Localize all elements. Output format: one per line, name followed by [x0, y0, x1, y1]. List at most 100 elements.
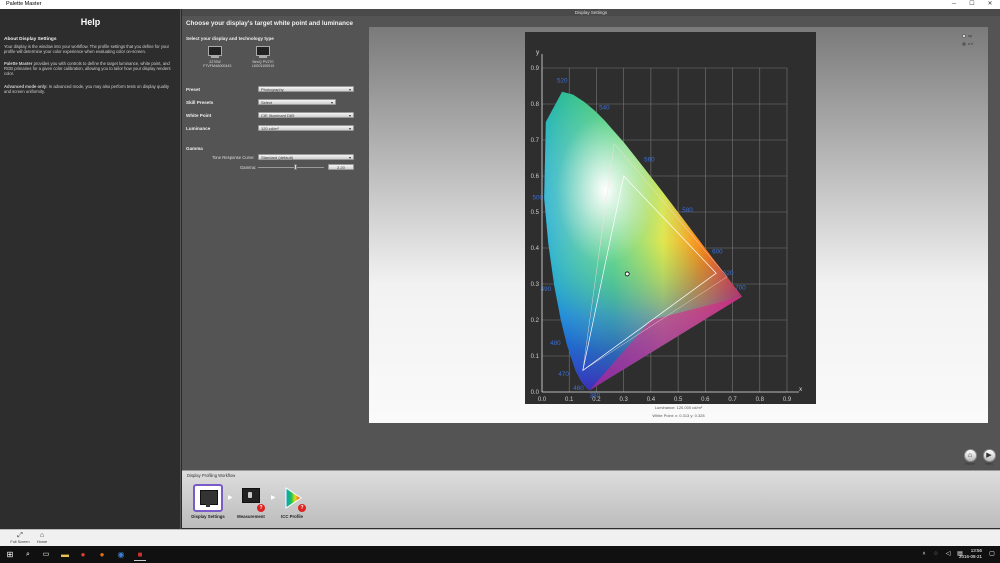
skill-presets-label: Skill Presets: [186, 100, 214, 105]
wavelength-label: 580: [682, 207, 693, 214]
notifications-icon[interactable]: ▢: [986, 549, 998, 560]
trc-label: Tone Response Curve:: [212, 155, 255, 160]
help-paragraph-3: Advanced mode only: In advanced mode, yo…: [4, 84, 174, 94]
step-label: Display Settings: [191, 514, 225, 519]
wavelength-label: 560: [644, 157, 655, 164]
icc-profile-icon: ?: [277, 484, 307, 512]
chevron-down-icon: ▾: [348, 155, 351, 160]
gamma-sub-label: Gamma:: [240, 165, 257, 170]
play-icon: ▶: [982, 449, 996, 462]
display-option-1[interactable]: 2270W FTVFM4A000443: [203, 46, 232, 68]
y-tick-label: 0.5: [531, 210, 540, 216]
window-titlebar: Palette Master ─ ☐ ✕: [0, 0, 1000, 9]
skill-presets-dropdown[interactable]: Select ▾: [258, 99, 336, 105]
y-tick-label: 0.2: [531, 318, 540, 324]
y-tick-label: 0.6: [531, 174, 540, 180]
gamma-label: Gamma: [186, 146, 203, 151]
taskbar-clock[interactable]: 13:56 2016-08-21: [959, 548, 982, 560]
fullscreen-button[interactable]: ⤢ Full Screen: [10, 532, 30, 544]
wavelength-label: 460: [573, 385, 584, 392]
maximize-button[interactable]: ☐: [964, 0, 980, 9]
app-icon[interactable]: ◉: [115, 549, 127, 560]
step-icc-profile[interactable]: ? ICC Profile: [272, 484, 312, 519]
preset-label: Preset: [186, 87, 201, 92]
window-title: Palette Master: [6, 1, 42, 7]
x-axis-label: x: [799, 386, 803, 393]
help-title: Help: [80, 17, 101, 27]
radio-uv[interactable]: u'v': [962, 41, 974, 46]
wavelength-label: 520: [557, 77, 568, 84]
x-tick-label: 0.8: [756, 397, 765, 403]
y-axis-label: y: [536, 49, 540, 56]
white-point-dropdown[interactable]: CIE Illuminant D65 ▾: [258, 112, 354, 118]
chevron-down-icon: ▾: [348, 126, 351, 131]
tray-chevron-up-icon[interactable]: ˄: [918, 549, 930, 560]
help-section-title: About Display Settings: [4, 37, 57, 42]
step-display-settings[interactable]: Display Settings: [188, 484, 228, 519]
white-point-label: White Point: [186, 113, 212, 118]
workflow-title: Display Profiling Workflow: [187, 473, 236, 478]
wavelength-label: 620: [723, 270, 734, 277]
file-explorer-icon[interactable]: ▬: [59, 549, 71, 560]
task-view-icon[interactable]: ▭: [40, 549, 52, 560]
spectral-locus: [544, 91, 743, 391]
palette-master-taskbar-icon[interactable]: ■: [134, 549, 146, 561]
cie-chromaticity-chart: 380460470480490500520540560580600620700 …: [531, 49, 803, 403]
radio-dot: [962, 33, 966, 38]
firefox-icon[interactable]: ●: [96, 549, 108, 560]
x-tick-label: 0.0: [538, 397, 547, 403]
home-nav-button[interactable]: ⌂ Home: [962, 449, 978, 466]
display-serial: FTVFM4A000443: [203, 64, 232, 68]
help-badge-icon: ?: [257, 504, 265, 512]
x-tick-label: 0.5: [674, 397, 683, 403]
white-point-value: CIE Illuminant D65: [261, 113, 295, 118]
y-tick-label: 0.8: [531, 102, 540, 108]
display-select-label: Select your display and technology type: [186, 36, 274, 41]
measurement-icon: ?: [236, 484, 266, 512]
display-option-2[interactable]: BenQ PV270 L6G01100010: [251, 46, 275, 68]
settings-header: Display Settings: [182, 9, 1000, 16]
white-point-marker: [624, 271, 630, 277]
x-tick-label: 0.7: [728, 397, 737, 403]
x-tick-label: 0.1: [565, 397, 574, 403]
step-label: ICC Profile: [281, 514, 303, 519]
search-icon[interactable]: ⌕: [22, 549, 34, 560]
wavelength-label: 600: [712, 248, 723, 255]
luminance-dropdown[interactable]: 120 cd/m² ▾: [258, 125, 354, 131]
preset-dropdown[interactable]: Photography ▾: [258, 86, 354, 92]
home-button[interactable]: ⌂ Home: [32, 532, 52, 544]
close-button[interactable]: ✕: [982, 0, 998, 9]
windows-start-icon[interactable]: ⊞: [4, 549, 16, 560]
y-tick-label: 0.3: [531, 282, 540, 288]
y-tick-label: 0.7: [531, 138, 540, 144]
step-measurement[interactable]: ? Measurement: [231, 484, 271, 519]
chrome-icon[interactable]: ●: [77, 549, 89, 560]
clock-date: 2016-08-21: [958, 554, 982, 559]
network-icon[interactable]: ◌: [930, 549, 942, 560]
monitor-icon: [208, 46, 222, 56]
radio-xy[interactable]: xy: [962, 33, 972, 38]
gamma-slider-handle[interactable]: [294, 164, 297, 170]
white-point-readout: White Point: x: 0.313 y: 0.328: [652, 413, 705, 418]
minimize-button[interactable]: ─: [946, 0, 962, 9]
display-settings-icon: [193, 484, 223, 512]
next-nav-button[interactable]: ▶ Next: [981, 449, 997, 466]
y-tick-label: 0.0: [531, 390, 540, 396]
fullscreen-icon: ⤢: [17, 532, 23, 539]
trc-dropdown[interactable]: Standard (default) ▾: [258, 154, 354, 160]
skill-value: Select: [261, 100, 273, 105]
help-badge-icon: ?: [298, 504, 306, 512]
gamma-value-field[interactable]: 2.20: [328, 164, 354, 170]
volume-icon[interactable]: ◁: [942, 549, 954, 560]
x-tick-label: 0.4: [647, 397, 656, 403]
help-paragraph: Your display is the window into your wor…: [4, 44, 170, 55]
os-taskbar: ⊞ ⌕ ▭ ▬ ● ● ◉ ■ ˄ ◌ ◁ ▤ 13:56 2016-08-21…: [0, 546, 1000, 563]
home-icon: ⌂: [963, 449, 977, 462]
gamma-slider-track[interactable]: [258, 167, 324, 168]
x-tick-label: 0.9: [783, 397, 792, 403]
preset-value: Photography: [261, 87, 284, 92]
bottom-toolbar: ⤢ Full Screen ⌂ Home: [0, 529, 1000, 546]
chevron-down-icon: ▾: [330, 100, 333, 105]
wavelength-label: 480: [550, 340, 561, 347]
y-tick-label: 0.1: [531, 354, 540, 360]
